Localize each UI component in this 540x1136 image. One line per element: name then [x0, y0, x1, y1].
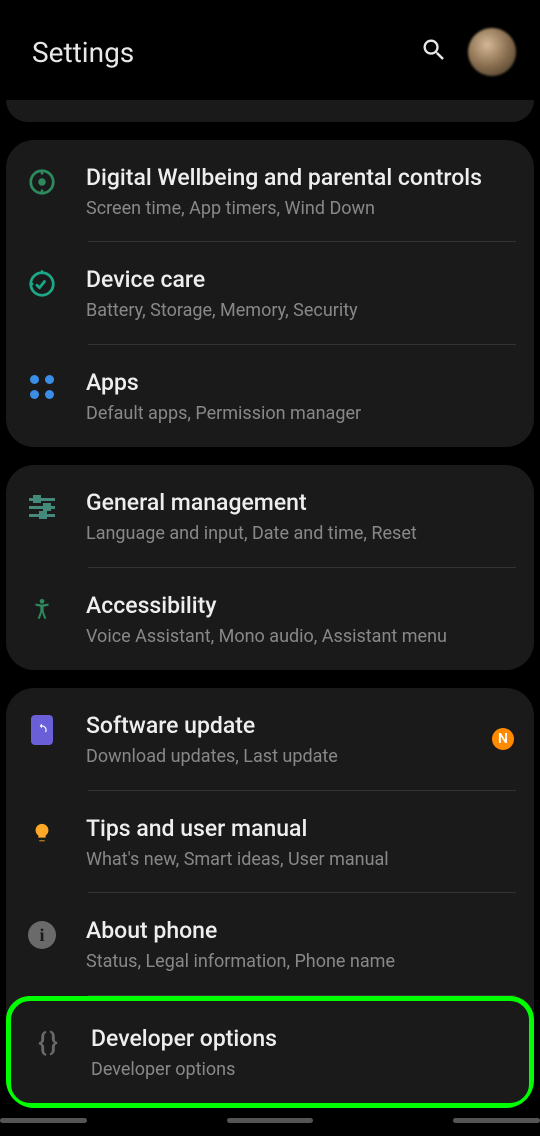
- item-body: Software update Download updates, Last u…: [86, 710, 484, 768]
- device-care-icon: [26, 268, 58, 300]
- settings-item-apps[interactable]: Apps Default apps, Permission manager: [6, 345, 534, 447]
- settings-item-tips-manual[interactable]: Tips and user manual What's new, Smart i…: [6, 791, 534, 893]
- item-body: About phone Status, Legal information, P…: [86, 915, 514, 973]
- accessibility-icon: [26, 594, 58, 626]
- item-subtitle: Developer options: [91, 1058, 509, 1081]
- item-body: Tips and user manual What's new, Smart i…: [86, 813, 514, 871]
- highlight-box: { } Developer options Developer options: [6, 996, 534, 1108]
- nav-home[interactable]: [227, 1118, 314, 1123]
- item-subtitle: Language and input, Date and time, Reset: [86, 522, 514, 545]
- settings-item-device-care[interactable]: Device care Battery, Storage, Memory, Se…: [6, 242, 534, 344]
- item-subtitle: Status, Legal information, Phone name: [86, 950, 514, 973]
- item-title: Apps: [86, 367, 514, 398]
- braces-icon: { }: [31, 1027, 63, 1059]
- header-actions: [420, 28, 516, 76]
- item-body: Device care Battery, Storage, Memory, Se…: [86, 264, 514, 322]
- item-body: General management Language and input, D…: [86, 487, 514, 545]
- nav-recents[interactable]: [0, 1118, 87, 1123]
- settings-item-digital-wellbeing[interactable]: Digital Wellbeing and parental controls …: [6, 140, 534, 242]
- item-title: Digital Wellbeing and parental controls: [86, 162, 514, 193]
- avatar[interactable]: [468, 28, 516, 76]
- item-subtitle: Default apps, Permission manager: [86, 402, 514, 425]
- item-title: About phone: [86, 915, 514, 946]
- notification-badge: N: [492, 728, 514, 750]
- item-title: Tips and user manual: [86, 813, 514, 844]
- lightbulb-icon: [26, 817, 58, 849]
- search-icon[interactable]: [420, 36, 448, 68]
- item-body: Apps Default apps, Permission manager: [86, 367, 514, 425]
- settings-item-developer-options[interactable]: { } Developer options Developer options: [11, 1001, 529, 1103]
- item-title: Device care: [86, 264, 514, 295]
- sliders-icon: [26, 491, 58, 523]
- item-title: General management: [86, 487, 514, 518]
- item-body: Accessibility Voice Assistant, Mono audi…: [86, 590, 514, 648]
- page-header: Settings: [0, 0, 540, 100]
- info-icon: i: [26, 919, 58, 951]
- settings-group: Digital Wellbeing and parental controls …: [6, 140, 534, 447]
- navigation-bar[interactable]: [0, 1118, 540, 1132]
- settings-group: Software update Download updates, Last u…: [6, 688, 534, 1108]
- page-title: Settings: [32, 36, 134, 69]
- partial-group: [6, 100, 534, 122]
- apps-icon: [26, 371, 58, 403]
- settings-group: General management Language and input, D…: [6, 465, 534, 670]
- item-subtitle: Download updates, Last update: [86, 745, 484, 768]
- settings-item-accessibility[interactable]: Accessibility Voice Assistant, Mono audi…: [6, 568, 534, 670]
- settings-item-software-update[interactable]: Software update Download updates, Last u…: [6, 688, 534, 790]
- item-subtitle: Voice Assistant, Mono audio, Assistant m…: [86, 625, 514, 648]
- item-title: Developer options: [91, 1023, 509, 1054]
- settings-item-general-management[interactable]: General management Language and input, D…: [6, 465, 534, 567]
- software-update-icon: [26, 714, 58, 746]
- item-subtitle: What's new, Smart ideas, User manual: [86, 848, 514, 871]
- item-title: Software update: [86, 710, 484, 741]
- nav-back[interactable]: [453, 1118, 540, 1123]
- item-subtitle: Battery, Storage, Memory, Security: [86, 299, 514, 322]
- item-subtitle: Screen time, App timers, Wind Down: [86, 197, 514, 220]
- settings-item-about-phone[interactable]: i About phone Status, Legal information,…: [6, 893, 534, 995]
- settings-list: Digital Wellbeing and parental controls …: [0, 100, 540, 1108]
- item-body: Developer options Developer options: [91, 1023, 509, 1081]
- wellbeing-icon: [26, 166, 58, 198]
- item-body: Digital Wellbeing and parental controls …: [86, 162, 514, 220]
- item-title: Accessibility: [86, 590, 514, 621]
